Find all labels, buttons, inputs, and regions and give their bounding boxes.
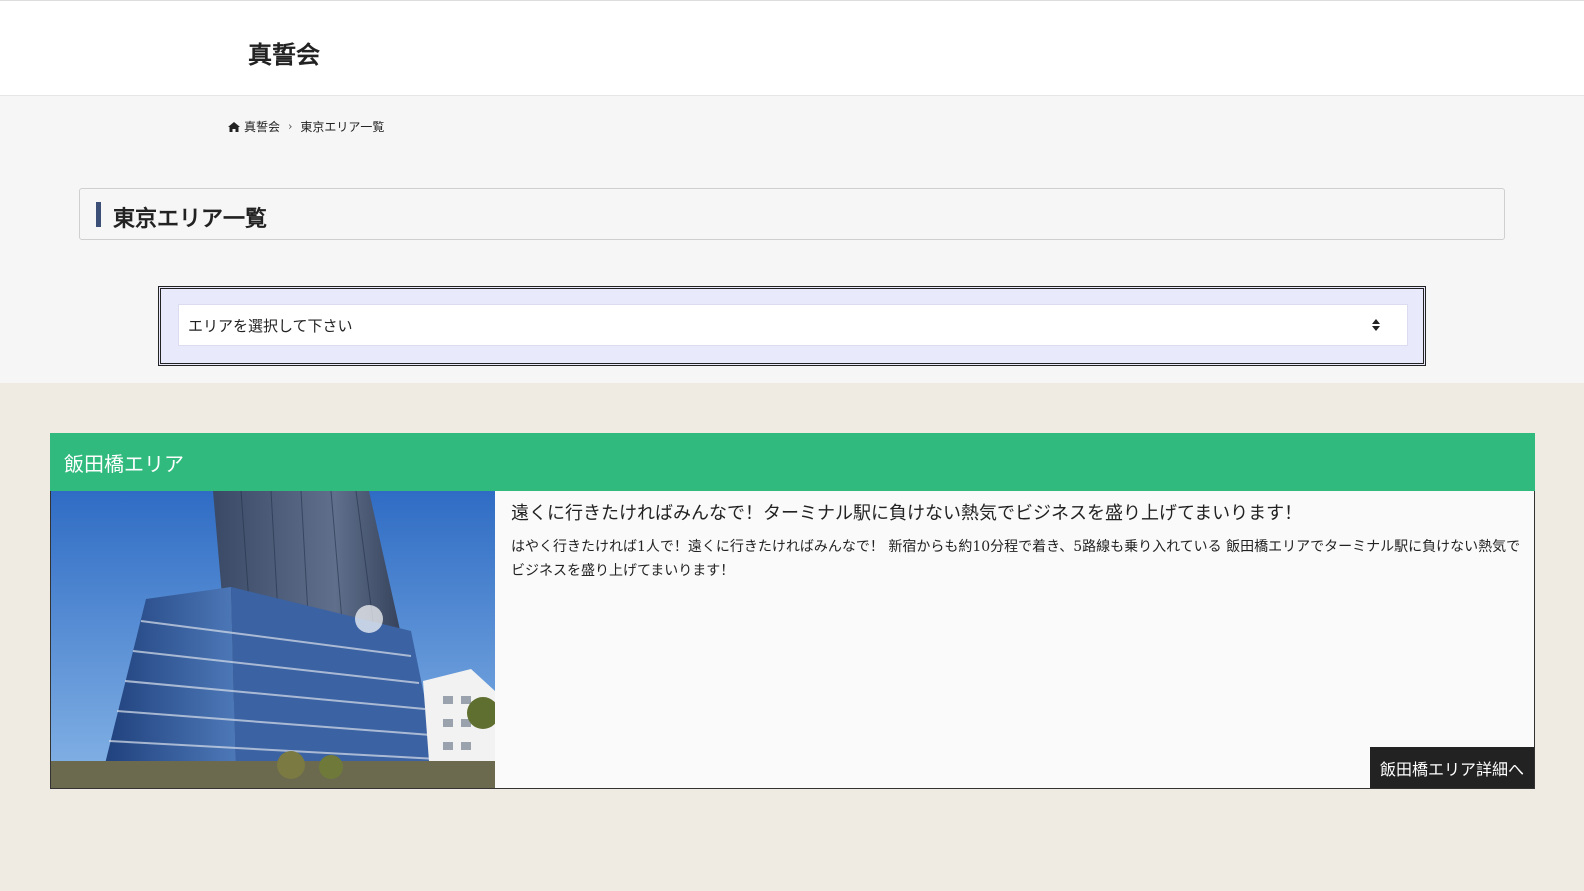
breadcrumb-separator-icon: › — [288, 120, 293, 133]
area-select-dropdown[interactable]: エリアを選択して下さい — [178, 304, 1408, 346]
area-detail-button[interactable]: 飯田橋エリア詳細へ — [1370, 747, 1534, 788]
site-header: 真誓会 — [0, 0, 1584, 96]
site-title-link[interactable]: 真誓会 — [248, 35, 320, 70]
home-icon — [228, 121, 240, 132]
breadcrumb-home-link[interactable]: 真誓会 — [244, 118, 280, 135]
area-card-header: 飯田橋エリア — [50, 433, 1535, 491]
area-building-image — [51, 491, 495, 788]
area-card-heading: 遠くに行きたければみんなで！ターミナル駅に負けない熱気でビジネスを盛り上げてまい… — [511, 503, 1303, 524]
page-title: 東京エリア一覧 — [113, 206, 268, 232]
area-select-value: エリアを選択して下さい — [188, 316, 353, 335]
title-accent-bar — [96, 202, 101, 227]
area-card-description: はやく行きたければ1人で！遠くに行きたければみんなで！ 新宿からも約10分程で着… — [511, 539, 1521, 579]
breadcrumb: 真誓会 › 東京エリア一覧 — [228, 118, 384, 135]
area-select-frame: エリアを選択して下さい — [158, 286, 1426, 366]
page-upper-section: 真誓会 › 東京エリア一覧 東京エリア一覧 エリアを選択して下さい — [0, 96, 1584, 383]
area-card-iidabashi: 飯田橋エリア 遠くに行きたければみんなで！ターミナル駅に負けない熱気でビジネスを… — [50, 433, 1535, 789]
breadcrumb-current: 東京エリア一覧 — [300, 120, 385, 134]
select-updown-icon — [1372, 319, 1380, 331]
page-title-box: 東京エリア一覧 — [79, 188, 1505, 240]
area-card-body: 遠くに行きたければみんなで！ターミナル駅に負けない熱気でビジネスを盛り上げてまい… — [50, 491, 1535, 789]
